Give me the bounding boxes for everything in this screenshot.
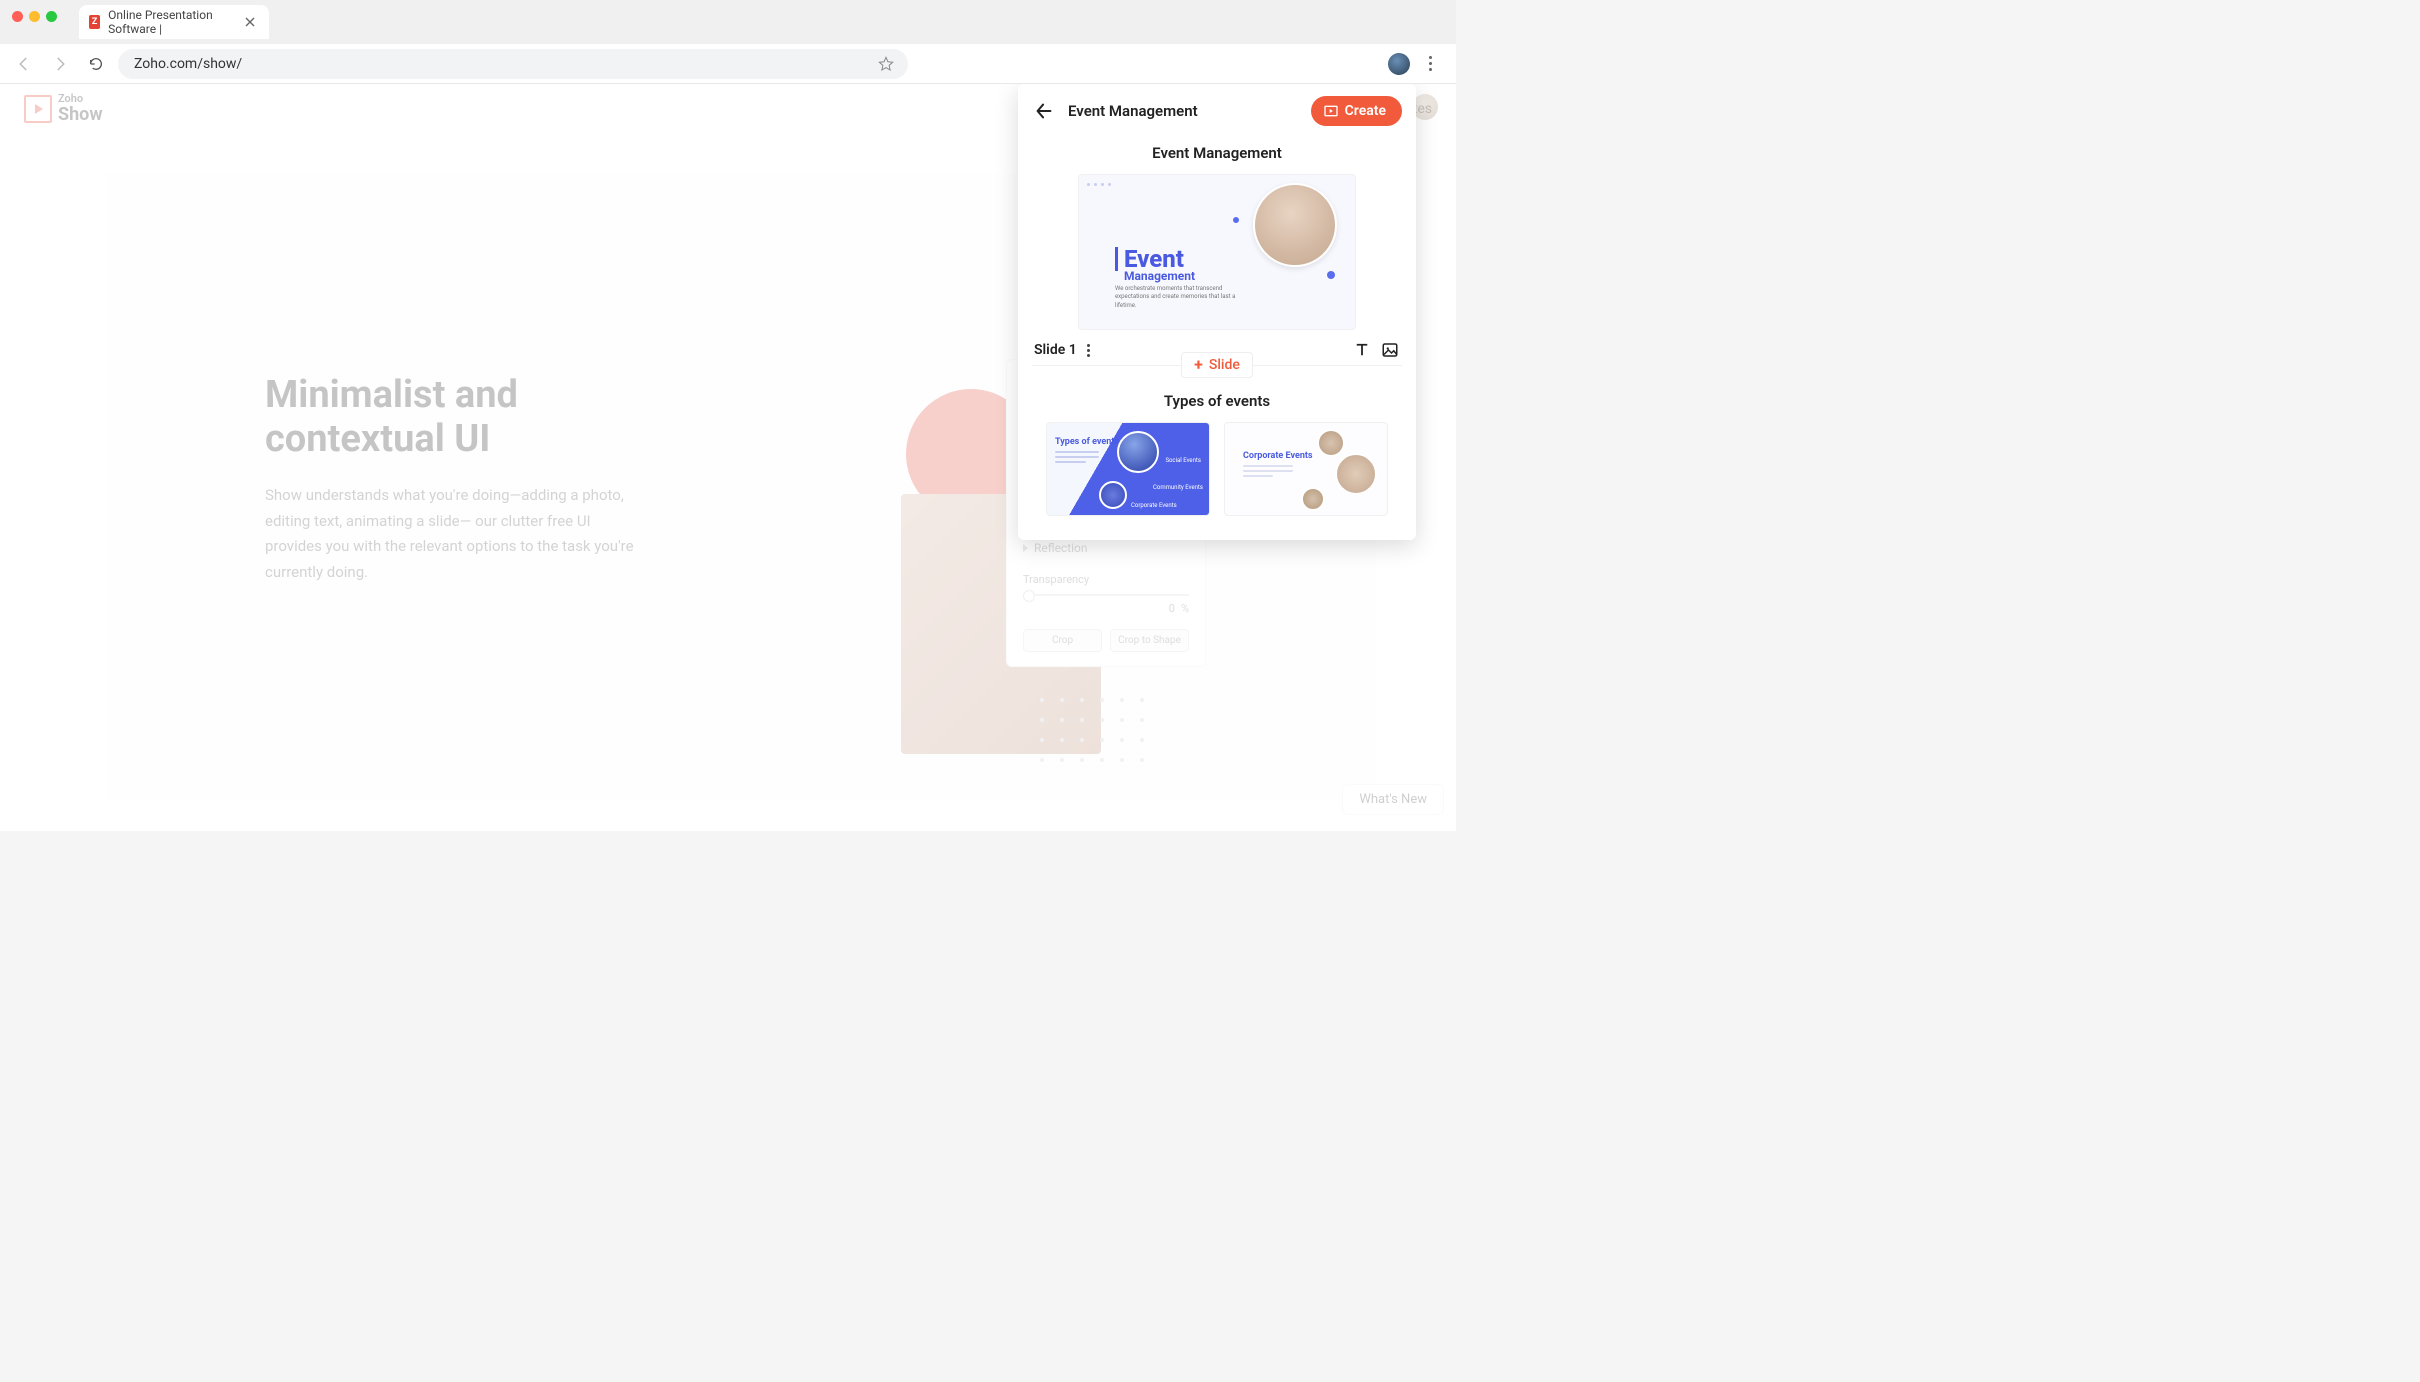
thumb-tag: Community Events xyxy=(1153,484,1203,491)
thumbnails-row: Types of events Social Events Community … xyxy=(1032,422,1402,522)
url-bar-row: Zoho.com/show/ xyxy=(0,44,1456,84)
window-traffic-lights xyxy=(0,0,69,33)
browser-tab[interactable]: Z Online Presentation Software | xyxy=(79,5,269,39)
crop-to-shape-button[interactable]: Crop to Shape xyxy=(1110,629,1189,652)
chrome-profile-avatar[interactable] xyxy=(1388,53,1410,75)
transparency-unit: % xyxy=(1181,602,1189,615)
slide1-title-big: Event xyxy=(1115,247,1195,271)
thumb-a-title: Types of events xyxy=(1055,437,1119,447)
template-thumbnail[interactable]: Corporate Events xyxy=(1224,422,1388,516)
thumb-tag: Social Events xyxy=(1165,457,1201,464)
browser-chrome: Z Online Presentation Software | xyxy=(0,0,1456,44)
crop-button[interactable]: Crop xyxy=(1023,629,1102,652)
page-content: Zoho Show Features▼ Templates Minimalist… xyxy=(0,84,1456,831)
create-button[interactable]: Create xyxy=(1311,96,1402,126)
slide1-description: We orchestrate moments that transcend ex… xyxy=(1115,285,1245,310)
decoration-dot xyxy=(1327,271,1335,279)
overlay-body: Event Management Event Management We orc… xyxy=(1018,138,1416,540)
window-close-icon[interactable] xyxy=(12,11,23,22)
tab-title: Online Presentation Software | xyxy=(108,8,237,36)
add-slide-row: + Slide xyxy=(1032,352,1402,378)
slide-photo-circle xyxy=(1253,183,1337,267)
logo-text-bottom: Show xyxy=(58,105,103,125)
thumb-tag: Corporate Events xyxy=(1131,502,1177,509)
url-text: Zoho.com/show/ xyxy=(134,56,242,72)
decoration-dot xyxy=(1233,217,1239,223)
overlay-title: Event Management xyxy=(1068,102,1299,120)
back-arrow-icon[interactable] xyxy=(1032,99,1056,123)
template-thumbnail[interactable]: Types of events Social Events Community … xyxy=(1046,422,1210,516)
overlay-header: Event Management Create xyxy=(1018,84,1416,138)
create-button-label: Create xyxy=(1345,103,1386,119)
nav-back-icon[interactable] xyxy=(10,50,38,78)
window-zoom-icon[interactable] xyxy=(46,11,57,22)
window-minimize-icon[interactable] xyxy=(29,11,40,22)
dots-decoration xyxy=(1040,698,1146,764)
thumb-photo-circle xyxy=(1317,429,1345,457)
section-title-1: Event Management xyxy=(1032,144,1402,162)
tab-close-icon[interactable] xyxy=(245,16,255,28)
slide1-title-small: Management xyxy=(1124,269,1195,283)
hero-title: Minimalist and contextual UI xyxy=(265,374,645,461)
whats-new-button[interactable]: What's New xyxy=(1342,784,1444,815)
thumb-b-title: Corporate Events xyxy=(1243,451,1313,461)
site-logo[interactable]: Zoho Show xyxy=(24,93,103,125)
logo-icon xyxy=(24,95,52,123)
nav-forward-icon[interactable] xyxy=(46,50,74,78)
url-field[interactable]: Zoho.com/show/ xyxy=(118,49,908,79)
thumb-photo-circle xyxy=(1099,481,1127,509)
tab-favicon-icon: Z xyxy=(89,15,100,29)
transparency-value: 0 xyxy=(1169,602,1175,615)
thumb-photo-circle xyxy=(1335,453,1377,495)
chrome-menu-icon[interactable] xyxy=(1420,54,1440,74)
inspector-transparency-slider[interactable] xyxy=(1023,594,1189,596)
thumb-photo-circle xyxy=(1301,487,1325,511)
slide-preview-main[interactable]: Event Management We orchestrate moments … xyxy=(1078,174,1356,330)
nav-refresh-icon[interactable] xyxy=(82,50,110,78)
bookmark-star-icon[interactable] xyxy=(878,56,894,72)
presentation-icon xyxy=(1323,103,1339,119)
inspector-transparency-label: Transparency xyxy=(1023,573,1189,586)
template-overlay-panel: Event Management Create Event Management… xyxy=(1018,84,1416,540)
section-title-2: Types of events xyxy=(1032,392,1402,410)
hero-subtitle: Show understands what you're doing—addin… xyxy=(265,483,645,585)
thumb-photo-circle xyxy=(1117,431,1159,473)
plus-icon: + xyxy=(1194,357,1203,373)
add-slide-label: Slide xyxy=(1209,357,1240,373)
add-slide-button[interactable]: + Slide xyxy=(1181,352,1253,378)
